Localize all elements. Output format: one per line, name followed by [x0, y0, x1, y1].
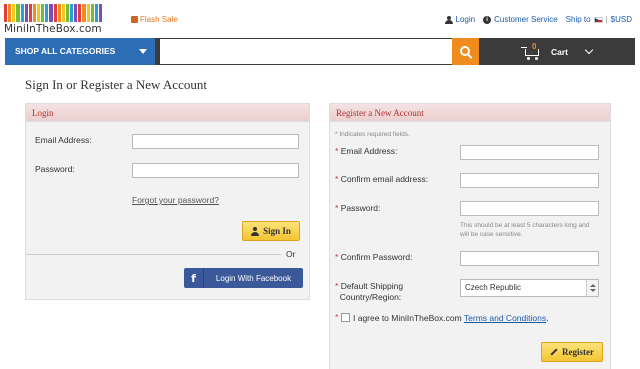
logo-stripe: [98, 4, 102, 22]
reg-password-label: * Password:: [335, 203, 381, 213]
logo-stripe: [37, 4, 41, 22]
caret-down-icon: [139, 49, 147, 54]
reg-confirm-password-field[interactable]: [460, 251, 599, 266]
logo-stripe: [24, 4, 28, 22]
site-logo[interactable]: MiniInTheBox.com: [4, 4, 102, 36]
cart-button[interactable]: 0 Cart: [521, 38, 594, 65]
separator: |: [605, 15, 608, 24]
user-icon: [444, 15, 453, 24]
reg-email-field[interactable]: [460, 145, 599, 160]
password-hint: This should be at least 5 characters lon…: [460, 222, 590, 238]
required-note: * Indicates required fields.: [335, 131, 410, 138]
logo-stripe: [20, 4, 24, 22]
required-asterisk: *: [335, 312, 339, 322]
logo-stripe: [61, 4, 65, 22]
facebook-login-label: Login With Facebook: [215, 273, 292, 283]
logo-stripe: [41, 4, 45, 22]
login-link-label: Login: [455, 15, 476, 24]
reg-country-label: * Default Shipping Country/Region:: [335, 281, 404, 302]
logo-stripe: [45, 4, 49, 22]
reg-confirm-password-label: * Confirm Password:: [335, 252, 413, 262]
shop-all-label: SHOP ALL CATEGORIES: [15, 46, 116, 56]
logo-stripe: [82, 4, 86, 22]
cart-label: Cart: [551, 46, 569, 57]
shop-all-categories-button[interactable]: SHOP ALL CATEGORIES: [5, 38, 155, 65]
logo-stripe: [70, 4, 74, 22]
select-arrows-icon: [586, 280, 598, 296]
logo-stripe: [4, 4, 8, 22]
logo-text: MiniInTheBox.com: [4, 23, 102, 35]
logo-stripe: [57, 4, 61, 22]
forgot-password-link[interactable]: Forgot your password?: [132, 195, 219, 205]
cart-count: 0: [532, 41, 537, 51]
logo-stripe: [32, 4, 36, 22]
top-links: Login i Customer Service Ship to | $USD: [444, 15, 632, 24]
agree-checkbox[interactable]: [341, 313, 350, 322]
logo-stripe: [12, 4, 16, 22]
register-label: Register: [562, 347, 594, 357]
page-title: Sign In or Register a New Account: [25, 77, 207, 92]
or-label: Or: [286, 249, 296, 259]
nav-bar: SHOP ALL CATEGORIES 0 Cart: [5, 38, 635, 65]
terms-link[interactable]: Terms and Conditions: [464, 313, 546, 323]
logo-stripes: [4, 4, 102, 22]
customer-service-label: Customer Service: [494, 15, 558, 24]
logo-stripe: [86, 4, 90, 22]
login-password-field[interactable]: [132, 163, 299, 178]
czech-flag-icon: [593, 16, 603, 23]
login-email-label: Email Address:: [35, 135, 92, 145]
cart-icon: 0: [521, 41, 543, 61]
search-icon: [459, 45, 470, 56]
logo-stripe: [90, 4, 94, 22]
register-button[interactable]: Register: [541, 342, 603, 362]
gift-icon: [131, 16, 138, 23]
ship-to-label: Ship to: [565, 15, 591, 24]
pencil-icon: [550, 348, 558, 356]
flash-sale-link[interactable]: Flash Sale: [131, 15, 178, 24]
flash-sale-label: Flash Sale: [140, 15, 178, 24]
sign-in-label: Sign In: [263, 226, 291, 236]
customer-service-link[interactable]: i Customer Service: [483, 15, 558, 24]
login-link[interactable]: Login: [444, 15, 476, 24]
country-select[interactable]: Czech Republic: [460, 279, 599, 297]
logo-stripe: [8, 4, 12, 22]
currency-label: $USD: [610, 15, 632, 24]
chevron-down-icon: [584, 45, 594, 55]
login-password-label: Password:: [35, 164, 75, 174]
logo-stripe: [74, 4, 78, 22]
reg-email-label: * Email Address:: [335, 146, 398, 156]
reg-confirm-email-label: * Confirm email address:: [335, 174, 429, 184]
ship-to-selector[interactable]: Ship to | $USD: [566, 15, 632, 24]
login-email-field[interactable]: [132, 134, 299, 149]
logo-stripe: [16, 4, 20, 22]
facebook-icon: f: [184, 268, 204, 288]
logo-stripe: [49, 4, 53, 22]
reg-confirm-email-field[interactable]: [460, 173, 599, 188]
logo-stripe: [28, 4, 32, 22]
user-icon: [251, 226, 260, 236]
logo-stripe: [94, 4, 98, 22]
top-bar: MiniInTheBox.com Flash Sale Login i Cust…: [0, 0, 640, 38]
logo-stripe: [65, 4, 69, 22]
agree-label: I agree to MiniInTheBox.com Terms and Co…: [353, 313, 549, 323]
register-panel: Register a New Account * Indicates requi…: [329, 103, 611, 369]
logo-stripe: [78, 4, 82, 22]
divider: [26, 254, 281, 255]
search-input[interactable]: [160, 39, 452, 64]
info-icon: i: [483, 15, 492, 24]
logo-stripe: [53, 4, 57, 22]
login-panel: Login Email Address: Password: Forgot yo…: [25, 103, 310, 300]
search-button[interactable]: [452, 38, 479, 65]
facebook-login-button[interactable]: f Login With Facebook: [184, 268, 303, 288]
country-select-value: Czech Republic: [465, 283, 522, 292]
reg-password-field[interactable]: [460, 201, 599, 216]
sign-in-button[interactable]: Sign In: [242, 221, 300, 241]
